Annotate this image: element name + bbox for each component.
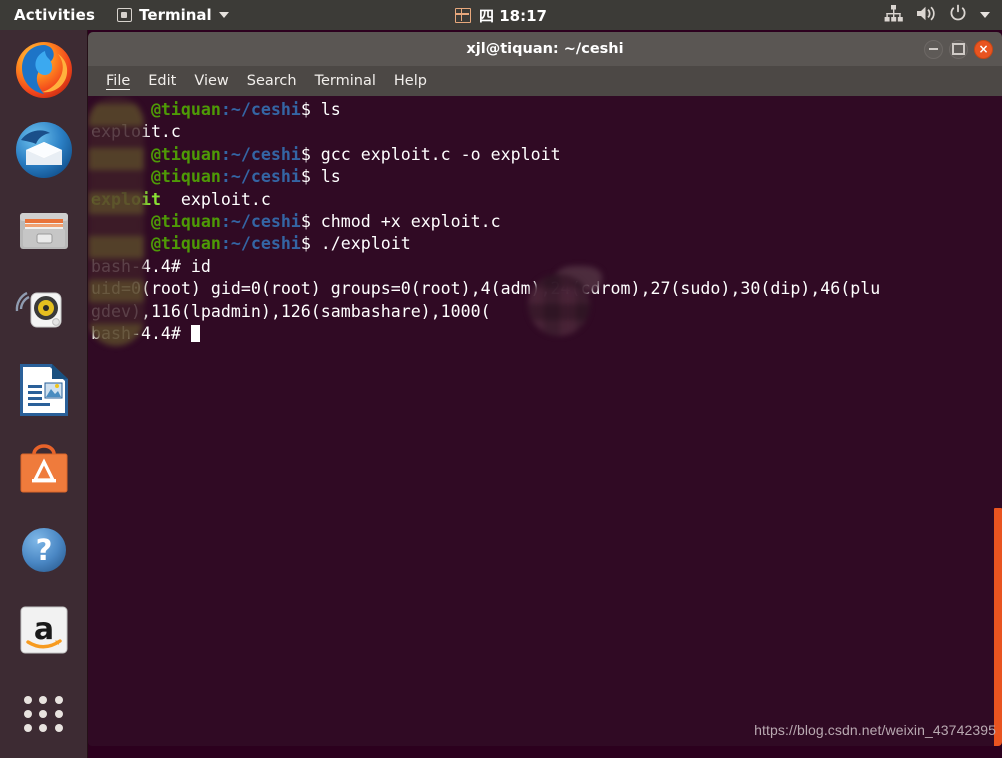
- calendar-icon: [455, 7, 471, 23]
- app-menu-label: Terminal: [139, 6, 212, 24]
- terminal-window: xjl@tiquan: ~/ceshi × File Edit View Sea…: [88, 32, 1002, 746]
- dock-item-files[interactable]: [12, 198, 76, 262]
- terminal-scrollbar[interactable]: [994, 508, 1002, 746]
- dock-item-thunderbird[interactable]: [12, 118, 76, 182]
- grid-dot: [54, 696, 63, 704]
- wired-network-icon[interactable]: [884, 4, 903, 26]
- chevron-down-icon: [218, 12, 229, 18]
- activities-button[interactable]: Activities: [14, 6, 95, 24]
- menu-item-view[interactable]: View: [185, 70, 237, 92]
- menu-item-edit[interactable]: Edit: [139, 70, 185, 92]
- app-menu-button[interactable]: Terminal: [117, 6, 229, 24]
- terminal-title-bar[interactable]: xjl@tiquan: ~/ceshi ×: [88, 32, 1002, 66]
- grid-dot: [39, 724, 48, 732]
- grid-dot: [54, 724, 63, 732]
- terminal-menu-bar: File Edit View Search Terminal Help: [88, 66, 1002, 96]
- grid-dot: [39, 710, 48, 718]
- top-panel: Activities Terminal 四 18:17: [0, 0, 1002, 30]
- terminal-window-icon: [117, 8, 133, 22]
- close-button[interactable]: ×: [974, 39, 993, 59]
- menu-item-terminal[interactable]: Terminal: [306, 70, 385, 92]
- launcher-dock: ? a: [0, 30, 88, 758]
- svg-text:a: a: [33, 612, 53, 647]
- clock-button[interactable]: 四 18:17: [391, 5, 611, 26]
- window-controls: ×: [924, 39, 993, 59]
- clock-label: 四 18:17: [479, 6, 547, 25]
- dock-item-amazon[interactable]: a: [12, 598, 76, 662]
- redaction-blur-username: [88, 96, 144, 346]
- dock-item-firefox[interactable]: [12, 38, 76, 102]
- grid-dot: [54, 710, 63, 718]
- menu-item-search[interactable]: Search: [238, 70, 306, 92]
- dock-item-help[interactable]: ?: [12, 518, 76, 582]
- svg-text:?: ?: [35, 533, 52, 567]
- grid-dot: [24, 696, 33, 704]
- terminal-body[interactable]: @tiquan:~/ceshi$ ls exploit.c @tiquan:~/…: [88, 96, 1002, 746]
- redaction-blur-id: [528, 274, 590, 336]
- grid-dot: [24, 710, 33, 718]
- menu-item-help[interactable]: Help: [385, 70, 436, 92]
- dock-item-ubuntu-software[interactable]: [12, 438, 76, 502]
- dock-item-libreoffice-writer[interactable]: [12, 358, 76, 422]
- grid-dot: [39, 696, 48, 704]
- minimize-button[interactable]: [924, 39, 943, 59]
- window-title: xjl@tiquan: ~/ceshi: [466, 41, 624, 57]
- grid-dot: [24, 724, 33, 732]
- power-icon[interactable]: [949, 4, 967, 26]
- maximize-button[interactable]: [949, 39, 968, 59]
- show-applications-button[interactable]: [12, 682, 76, 746]
- menu-item-file[interactable]: File: [97, 70, 139, 92]
- system-tray[interactable]: [884, 4, 990, 26]
- watermark-text: https://blog.csdn.net/weixin_43742395: [754, 722, 996, 738]
- chevron-down-icon[interactable]: [980, 12, 990, 18]
- volume-icon[interactable]: [916, 5, 936, 26]
- dock-item-rhythmbox[interactable]: [12, 278, 76, 342]
